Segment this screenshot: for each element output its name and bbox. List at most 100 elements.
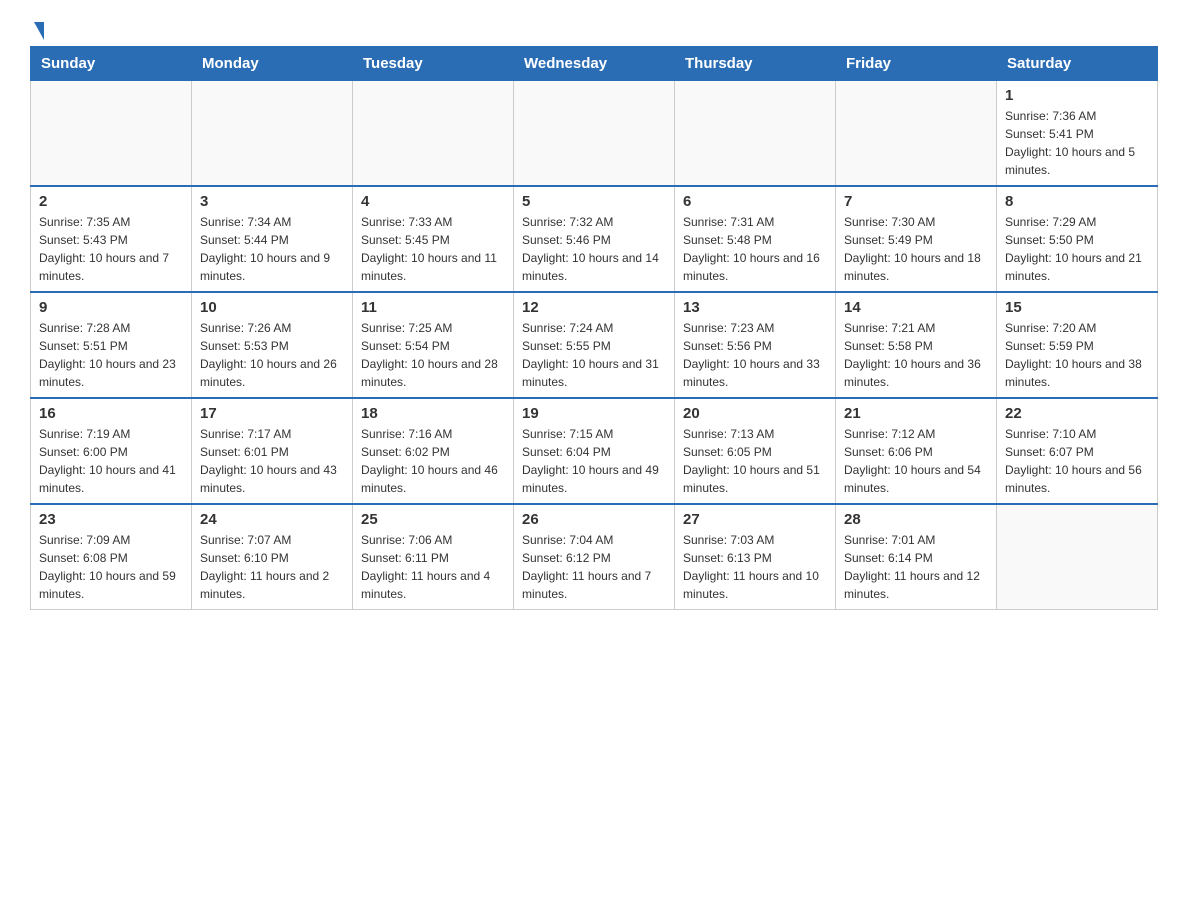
day-number: 10 xyxy=(200,299,344,316)
calendar-cell: 21 Sunrise: 7:12 AM Sunset: 6:06 PM Dayli… xyxy=(836,398,997,504)
day-info: Sunrise: 7:23 AM Sunset: 5:56 PM Dayligh… xyxy=(683,319,827,391)
calendar-cell: 6Sunrise: 7:31 AM Sunset: 5:48 PM Daylig… xyxy=(675,186,836,292)
calendar-cell: 10 Sunrise: 7:26 AM Sunset: 5:53 PM Dayli… xyxy=(192,292,353,398)
day-number: 18 xyxy=(361,405,505,422)
day-number: 17 xyxy=(200,405,344,422)
calendar-cell: 11Sunrise: 7:25 AM Sunset: 5:54 PM Dayli… xyxy=(353,292,514,398)
calendar-cell xyxy=(675,81,836,187)
day-info: Sunrise: 7:32 AM Sunset: 5:46 PM Dayligh… xyxy=(522,213,666,285)
day-number: 8 xyxy=(1005,193,1149,210)
day-info: Sunrise: 7:36 AM Sunset: 5:41 PM Dayligh… xyxy=(1005,107,1149,179)
day-number: 15 xyxy=(1005,299,1149,316)
day-number: 12 xyxy=(522,299,666,316)
day-info: Sunrise: 7:29 AM Sunset: 5:50 PM Dayligh… xyxy=(1005,213,1149,285)
calendar-cell: 22 Sunrise: 7:10 AM Sunset: 6:07 PM Dayli… xyxy=(997,398,1158,504)
calendar-cell: 3 Sunrise: 7:34 AM Sunset: 5:44 PM Daylig… xyxy=(192,186,353,292)
calendar-cell: 20 Sunrise: 7:13 AM Sunset: 6:05 PM Dayli… xyxy=(675,398,836,504)
day-info: Sunrise: 7:10 AM Sunset: 6:07 PM Dayligh… xyxy=(1005,425,1149,497)
calendar-cell: 19 Sunrise: 7:15 AM Sunset: 6:04 PM Dayli… xyxy=(514,398,675,504)
calendar-week-row: 16 Sunrise: 7:19 AM Sunset: 6:00 PM Dayli… xyxy=(31,398,1158,504)
day-number: 3 xyxy=(200,193,344,210)
calendar-cell xyxy=(31,81,192,187)
day-info: Sunrise: 7:16 AM Sunset: 6:02 PM Dayligh… xyxy=(361,425,505,497)
calendar-cell: 15 Sunrise: 7:20 AM Sunset: 5:59 PM Dayli… xyxy=(997,292,1158,398)
calendar-cell: 24 Sunrise: 7:07 AM Sunset: 6:10 PM Dayli… xyxy=(192,504,353,610)
calendar-cell xyxy=(514,81,675,187)
calendar-cell: 5 Sunrise: 7:32 AM Sunset: 5:46 PM Daylig… xyxy=(514,186,675,292)
day-info: Sunrise: 7:03 AM Sunset: 6:13 PM Dayligh… xyxy=(683,531,827,603)
logo-arrow-icon xyxy=(34,22,44,40)
day-number: 4 xyxy=(361,193,505,210)
calendar-cell: 23 Sunrise: 7:09 AM Sunset: 6:08 PM Dayli… xyxy=(31,504,192,610)
calendar-cell: 16 Sunrise: 7:19 AM Sunset: 6:00 PM Dayli… xyxy=(31,398,192,504)
calendar-cell: 28 Sunrise: 7:01 AM Sunset: 6:14 PM Dayli… xyxy=(836,504,997,610)
calendar-table: SundayMondayTuesdayWednesdayThursdayFrid… xyxy=(30,46,1158,610)
calendar-cell: 2Sunrise: 7:35 AM Sunset: 5:43 PM Daylig… xyxy=(31,186,192,292)
calendar-cell: 14 Sunrise: 7:21 AM Sunset: 5:58 PM Dayli… xyxy=(836,292,997,398)
calendar-cell xyxy=(192,81,353,187)
day-info: Sunrise: 7:19 AM Sunset: 6:00 PM Dayligh… xyxy=(39,425,183,497)
day-info: Sunrise: 7:12 AM Sunset: 6:06 PM Dayligh… xyxy=(844,425,988,497)
day-number: 27 xyxy=(683,511,827,528)
calendar-cell xyxy=(836,81,997,187)
calendar-cell: 17Sunrise: 7:17 AM Sunset: 6:01 PM Dayli… xyxy=(192,398,353,504)
day-of-week-header: Tuesday xyxy=(353,47,514,81)
calendar-cell: 27 Sunrise: 7:03 AM Sunset: 6:13 PM Dayli… xyxy=(675,504,836,610)
day-of-week-header: Wednesday xyxy=(514,47,675,81)
calendar-week-row: 23 Sunrise: 7:09 AM Sunset: 6:08 PM Dayli… xyxy=(31,504,1158,610)
day-number: 9 xyxy=(39,299,183,316)
calendar-cell: 1 Sunrise: 7:36 AM Sunset: 5:41 PM Daylig… xyxy=(997,81,1158,187)
calendar-header-row: SundayMondayTuesdayWednesdayThursdayFrid… xyxy=(31,47,1158,81)
day-info: Sunrise: 7:26 AM Sunset: 5:53 PM Dayligh… xyxy=(200,319,344,391)
day-number: 25 xyxy=(361,511,505,528)
day-info: Sunrise: 7:33 AM Sunset: 5:45 PM Dayligh… xyxy=(361,213,505,285)
calendar-cell: 4 Sunrise: 7:33 AM Sunset: 5:45 PM Daylig… xyxy=(353,186,514,292)
day-info: Sunrise: 7:01 AM Sunset: 6:14 PM Dayligh… xyxy=(844,531,988,603)
day-number: 21 xyxy=(844,405,988,422)
day-number: 19 xyxy=(522,405,666,422)
day-number: 22 xyxy=(1005,405,1149,422)
day-info: Sunrise: 7:13 AM Sunset: 6:05 PM Dayligh… xyxy=(683,425,827,497)
day-number: 2 xyxy=(39,193,183,210)
day-number: 5 xyxy=(522,193,666,210)
day-of-week-header: Monday xyxy=(192,47,353,81)
calendar-week-row: 9Sunrise: 7:28 AM Sunset: 5:51 PM Daylig… xyxy=(31,292,1158,398)
day-of-week-header: Saturday xyxy=(997,47,1158,81)
calendar-cell: 8 Sunrise: 7:29 AM Sunset: 5:50 PM Daylig… xyxy=(997,186,1158,292)
calendar-cell: 26Sunrise: 7:04 AM Sunset: 6:12 PM Dayli… xyxy=(514,504,675,610)
calendar-week-row: 1 Sunrise: 7:36 AM Sunset: 5:41 PM Daylig… xyxy=(31,81,1158,187)
day-info: Sunrise: 7:15 AM Sunset: 6:04 PM Dayligh… xyxy=(522,425,666,497)
day-info: Sunrise: 7:20 AM Sunset: 5:59 PM Dayligh… xyxy=(1005,319,1149,391)
day-number: 14 xyxy=(844,299,988,316)
day-number: 24 xyxy=(200,511,344,528)
day-number: 23 xyxy=(39,511,183,528)
calendar-cell xyxy=(997,504,1158,610)
day-of-week-header: Thursday xyxy=(675,47,836,81)
day-info: Sunrise: 7:24 AM Sunset: 5:55 PM Dayligh… xyxy=(522,319,666,391)
calendar-cell xyxy=(353,81,514,187)
page-header xyxy=(30,20,1158,36)
day-info: Sunrise: 7:21 AM Sunset: 5:58 PM Dayligh… xyxy=(844,319,988,391)
calendar-week-row: 2Sunrise: 7:35 AM Sunset: 5:43 PM Daylig… xyxy=(31,186,1158,292)
day-info: Sunrise: 7:34 AM Sunset: 5:44 PM Dayligh… xyxy=(200,213,344,285)
day-number: 13 xyxy=(683,299,827,316)
day-info: Sunrise: 7:07 AM Sunset: 6:10 PM Dayligh… xyxy=(200,531,344,603)
calendar-cell: 7 Sunrise: 7:30 AM Sunset: 5:49 PM Daylig… xyxy=(836,186,997,292)
day-info: Sunrise: 7:09 AM Sunset: 6:08 PM Dayligh… xyxy=(39,531,183,603)
day-number: 7 xyxy=(844,193,988,210)
day-info: Sunrise: 7:04 AM Sunset: 6:12 PM Dayligh… xyxy=(522,531,666,603)
day-info: Sunrise: 7:31 AM Sunset: 5:48 PM Dayligh… xyxy=(683,213,827,285)
day-of-week-header: Sunday xyxy=(31,47,192,81)
day-info: Sunrise: 7:06 AM Sunset: 6:11 PM Dayligh… xyxy=(361,531,505,603)
day-number: 1 xyxy=(1005,87,1149,104)
calendar-cell: 9Sunrise: 7:28 AM Sunset: 5:51 PM Daylig… xyxy=(31,292,192,398)
logo xyxy=(30,20,44,36)
calendar-cell: 18 Sunrise: 7:16 AM Sunset: 6:02 PM Dayli… xyxy=(353,398,514,504)
day-info: Sunrise: 7:30 AM Sunset: 5:49 PM Dayligh… xyxy=(844,213,988,285)
day-number: 16 xyxy=(39,405,183,422)
calendar-cell: 12 Sunrise: 7:24 AM Sunset: 5:55 PM Dayli… xyxy=(514,292,675,398)
day-number: 11 xyxy=(361,299,505,316)
day-number: 20 xyxy=(683,405,827,422)
day-of-week-header: Friday xyxy=(836,47,997,81)
day-number: 28 xyxy=(844,511,988,528)
